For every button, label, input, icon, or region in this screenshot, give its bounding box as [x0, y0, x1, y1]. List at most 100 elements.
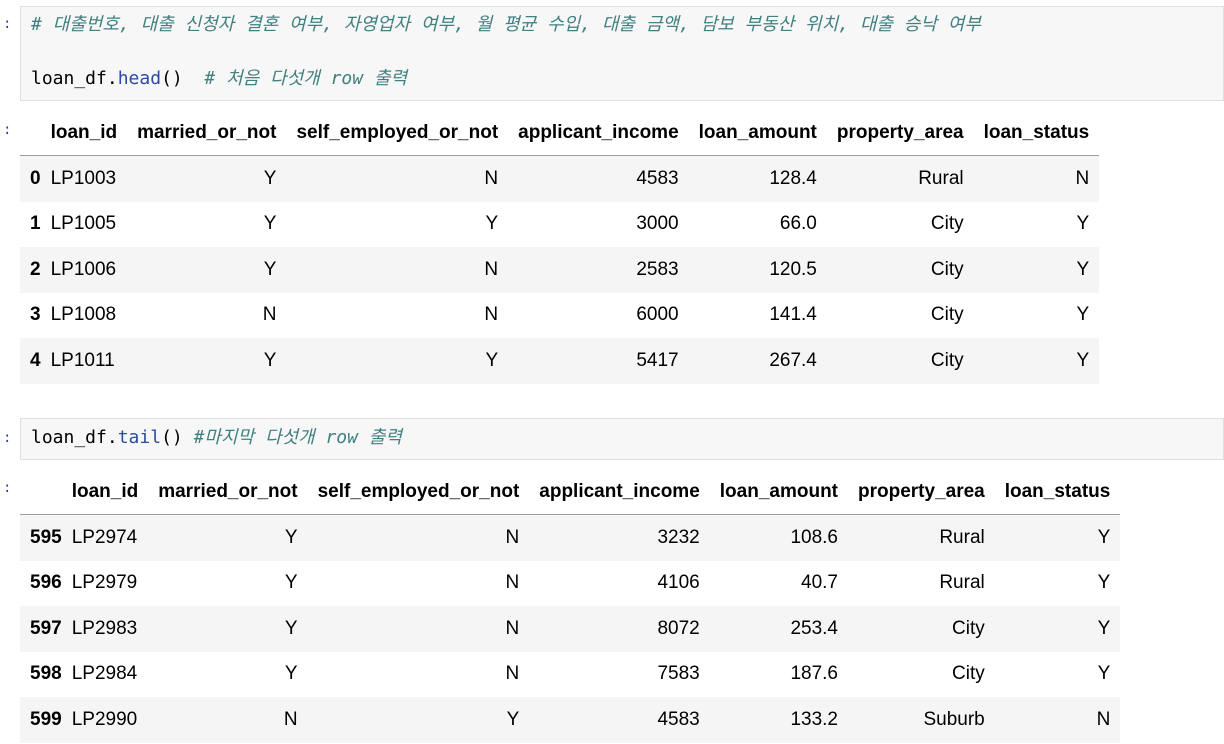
table-cell: LP2979	[71, 572, 138, 594]
table-cell: 3232	[657, 526, 700, 548]
dataframe-head-table: loan_id married_or_not self_employed_or_no…	[20, 110, 1100, 384]
column-header: loan_id	[61, 469, 149, 515]
column-header: property_area	[848, 469, 995, 515]
table-cell: Y	[485, 349, 499, 371]
row-index: 3	[30, 304, 41, 326]
table-cell: LP2990	[71, 708, 138, 730]
table-cell: LP1011	[50, 349, 115, 371]
table-cell: Rural	[939, 526, 985, 548]
table-cell: City	[930, 349, 964, 371]
table-cell: 187.6	[790, 663, 838, 685]
table-cell: 40.7	[801, 572, 838, 594]
table-header-row: loan_id married_or_not self_employed_or_no…	[20, 469, 1121, 515]
table-cell: 133.2	[790, 708, 838, 730]
code-method: head	[117, 68, 162, 89]
table-cell: LP1008	[50, 304, 117, 326]
column-header: loan_status	[973, 110, 1100, 156]
input-prompt: :	[3, 430, 12, 446]
row-index: 1	[30, 213, 41, 235]
table-cell: N	[283, 708, 298, 730]
column-header: self_employed_or_not	[307, 469, 530, 515]
table-cell: Y	[284, 526, 298, 548]
code-line-tail: loan_df.tail() #마지막 다섯개 row 출력	[31, 427, 402, 449]
table-cell: LP1005	[50, 213, 117, 235]
code-inline-comment: #마지막 다섯개 row 출력	[182, 427, 402, 448]
table-cell: LP2984	[71, 663, 138, 685]
table-row: 596 LP2979 Y N 4106 40.7 Rural Y	[20, 560, 1121, 606]
table-cell: N	[1075, 167, 1090, 189]
column-header: applicant_income	[508, 110, 689, 156]
table-cell: LP2974	[71, 526, 138, 548]
index-header	[20, 110, 41, 156]
column-header: loan_id	[40, 110, 128, 156]
table-cell: City	[952, 663, 985, 685]
code-cell-head[interactable]: : # 대출번호, 대출 신청자 결혼 여부, 자영업자 여부, 월 평균 수입…	[0, 0, 1224, 101]
table-cell: Y	[485, 213, 499, 235]
table-cell: Rural	[918, 167, 964, 189]
code-inline-comment: # 처음 다섯개 row 출력	[182, 68, 408, 89]
table-cell: N	[1096, 708, 1111, 730]
row-index: 595	[30, 526, 62, 548]
table-cell: Y	[263, 167, 277, 189]
table-cell: 108.6	[790, 526, 838, 548]
table-cell: 7583	[657, 663, 700, 685]
code-parens: ()	[161, 427, 183, 448]
table-cell: Y	[263, 349, 277, 371]
table-cell: LP1006	[50, 258, 117, 280]
table-row: 4 LP1011 Y Y 5417 267.4 City Y	[20, 338, 1100, 384]
column-header: self_employed_or_not	[286, 110, 509, 156]
table-cell: Y	[1097, 617, 1111, 639]
table-row: 2 LP1006 Y N 2583 120.5 City Y	[20, 247, 1100, 293]
table-cell: 8072	[657, 617, 700, 639]
table-cell: Y	[506, 708, 520, 730]
table-cell: City	[930, 304, 964, 326]
table-cell: 141.4	[769, 304, 817, 326]
output-prompt: :	[3, 480, 12, 496]
table-cell: 267.4	[769, 349, 817, 371]
table-cell: LP1003	[50, 167, 117, 189]
input-prompt: :	[3, 16, 12, 32]
column-header: married_or_not	[127, 110, 287, 156]
table-cell: N	[262, 304, 277, 326]
table-cell: Y	[1097, 663, 1111, 685]
column-header: married_or_not	[148, 469, 308, 515]
table-cell: Y	[1076, 258, 1090, 280]
table-row: 599 LP2990 N Y 4583 133.2 Suburb N	[20, 697, 1121, 743]
code-dot: .	[106, 427, 118, 448]
table-cell: Y	[1076, 349, 1090, 371]
table-cell: 120.5	[769, 258, 817, 280]
table-cell: City	[930, 258, 964, 280]
table-row: 3 LP1008 N N 6000 141.4 City Y	[20, 292, 1100, 338]
table-cell: Y	[284, 572, 298, 594]
table-cell: 3000	[636, 213, 679, 235]
table-cell: N	[505, 617, 520, 639]
index-header	[20, 469, 62, 515]
dataframe-tail-table: loan_id married_or_not self_employed_or_no…	[20, 469, 1121, 743]
column-header: property_area	[826, 110, 974, 156]
table-cell: City	[952, 617, 985, 639]
code-line-head: loan_df.head() # 처음 다섯개 row 출력	[31, 68, 407, 90]
table-header-row: loan_id married_or_not self_employed_or_no…	[20, 110, 1100, 156]
code-variable: loan_df	[31, 68, 107, 89]
code-editor[interactable]: loan_df.tail() #마지막 다섯개 row 출력	[20, 418, 1224, 460]
table-cell: Y	[284, 617, 298, 639]
row-index: 2	[30, 258, 41, 280]
row-index: 599	[30, 708, 62, 730]
table-cell: 2583	[636, 258, 679, 280]
table-cell: City	[930, 213, 964, 235]
code-dot: .	[106, 68, 118, 89]
table-row: 0 LP1003 Y N 4583 128.4 Rural N	[20, 155, 1100, 202]
table-row: 595 LP2974 Y N 3232 108.6 Rural Y	[20, 514, 1121, 561]
code-editor[interactable]: # 대출번호, 대출 신청자 결혼 여부, 자영업자 여부, 월 평균 수입, …	[20, 6, 1224, 101]
column-header: loan_amount	[688, 110, 827, 156]
table-cell: 4106	[657, 572, 700, 594]
table-cell: Y	[1097, 572, 1111, 594]
row-index: 4	[30, 349, 41, 371]
table-row: 597 LP2983 Y N 8072 253.4 City Y	[20, 606, 1121, 652]
code-cell-tail[interactable]: : loan_df.tail() #마지막 다섯개 row 출력	[0, 410, 1224, 460]
table-cell: Suburb	[923, 708, 985, 730]
table-cell: 4583	[657, 708, 700, 730]
code-method: tail	[117, 427, 162, 448]
code-variable: loan_df	[31, 427, 107, 448]
table-row: 598 LP2984 Y N 7583 187.6 City Y	[20, 651, 1121, 697]
